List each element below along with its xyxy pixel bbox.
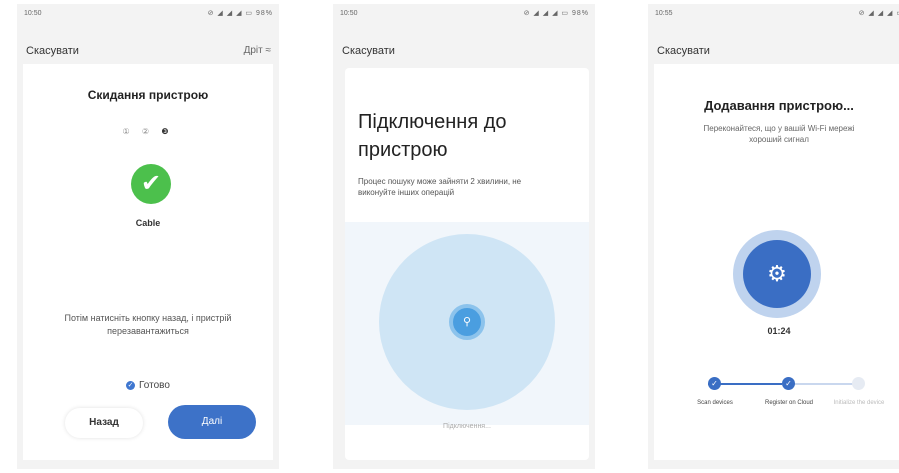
content-card: Скидання пристрою ① ② ❸ ✔ Cable Потім на… xyxy=(23,64,273,460)
status-time: 10:50 xyxy=(340,10,358,17)
next-button[interactable]: Далі xyxy=(168,405,256,439)
status-time: 10:55 xyxy=(655,10,673,17)
status-icons: ⊘ ◢ ◢ ◢ ▭ 98% xyxy=(523,10,589,17)
instruction-text: Потім натисніть кнопку назад, і пристрій… xyxy=(64,313,232,336)
connecting-screen: 10:50 ⊘ ◢ ◢ ◢ ▭ 98% Скасувати Підключенн… xyxy=(333,4,595,469)
page-title: Скидання пристрою xyxy=(87,88,209,102)
cancel-link[interactable]: Скасувати xyxy=(342,45,395,57)
step-label-1: Scan devices xyxy=(697,400,733,406)
connecting-status: Підключення... xyxy=(443,423,491,430)
status-icons: ⊘ ◢ ◢ ◢ ▭ xyxy=(858,10,899,17)
status-time: 10:50 xyxy=(24,10,42,17)
status-bar: 10:50 ⊘ ◢ ◢ ◢ ▭ 98% xyxy=(333,4,595,24)
cancel-link[interactable]: Скасувати xyxy=(657,45,710,57)
device-name: Cable xyxy=(135,218,161,228)
process-text: Процес пошуку може зайняти 2 хвилини, не… xyxy=(358,177,522,197)
subtitle: Переконайтеся, що у вашій Wi-Fi мережі х… xyxy=(703,124,855,144)
cancel-link[interactable]: Скасувати xyxy=(26,45,79,57)
content-card: Підключення до пристрою Процес пошуку мо… xyxy=(345,68,589,460)
countdown-timer: 01:24 xyxy=(767,326,791,336)
status-bar: 10:55 ⊘ ◢ ◢ ◢ ▭ xyxy=(648,4,899,24)
step-node-1: ✓ xyxy=(708,377,721,390)
progress-line-pending xyxy=(788,383,856,385)
step-label-3: Initialize the device xyxy=(833,400,885,406)
step-node-2: ✓ xyxy=(782,377,795,390)
gear-icon: ⚙ xyxy=(743,240,811,308)
step-2: ② xyxy=(141,127,155,136)
back-button[interactable]: Назад xyxy=(65,408,143,438)
next-top-link[interactable]: Дріт ≈ xyxy=(244,45,271,56)
step-label-2: Register on Cloud xyxy=(764,400,814,406)
content-card: Додавання пристрою... Переконайтеся, що … xyxy=(654,64,899,460)
step-indicator: ① ② ❸ xyxy=(23,127,273,136)
checkbox-icon: ✓ xyxy=(126,380,136,390)
page-title: Підключення до пристрою xyxy=(358,111,507,161)
search-icon: ⚲ xyxy=(449,304,485,340)
status-bar: 10:50 ⊘ ◢ ◢ ◢ ▭ 98% xyxy=(17,4,279,24)
status-icons: ⊘ ◢ ◢ ◢ ▭ 98% xyxy=(207,10,273,17)
done-label: Готово xyxy=(139,380,170,391)
reset-device-screen: 10:50 ⊘ ◢ ◢ ◢ ▭ 98% Скасувати Дріт ≈ Ски… xyxy=(17,4,279,469)
step-1: ① xyxy=(122,127,135,136)
page-title: Додавання пристрою... xyxy=(704,98,854,113)
adding-device-screen: 10:55 ⊘ ◢ ◢ ◢ ▭ Скасувати Додавання прис… xyxy=(648,4,899,469)
done-checkbox[interactable]: ✓ Готово xyxy=(23,380,273,391)
step-node-3 xyxy=(852,377,865,390)
check-icon: ✔ xyxy=(131,164,171,204)
step-3: ❸ xyxy=(161,127,174,136)
